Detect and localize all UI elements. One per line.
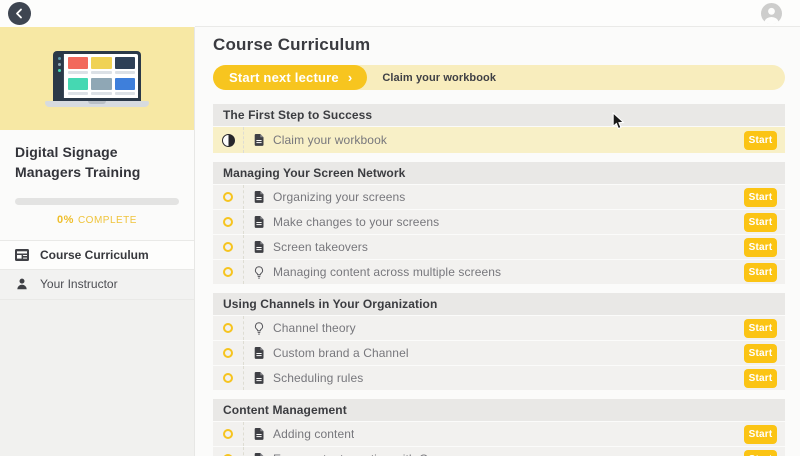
start-next-lecture-button[interactable]: Start next lecture › <box>213 65 367 90</box>
lecture-status <box>213 192 243 202</box>
sidebar-item-label: Your Instructor <box>40 277 118 291</box>
document-icon <box>254 191 264 203</box>
not-started-ring-icon <box>223 348 233 358</box>
sidebar-background <box>0 300 194 456</box>
lecture-title: Screen takeovers <box>273 240 368 254</box>
document-icon <box>254 347 264 359</box>
not-started-ring-icon <box>223 323 233 333</box>
lecture-row[interactable]: Organizing your screens Start <box>213 185 785 209</box>
document-icon <box>254 241 264 253</box>
back-button[interactable] <box>8 2 31 25</box>
curriculum-section: Using Channels in Your Organization Chan… <box>213 293 785 390</box>
next-lecture-button-label: Start next lecture <box>229 70 339 85</box>
curriculum-section: Managing Your Screen Network Organizing … <box>213 162 785 284</box>
lecture-row[interactable]: Adding content Start <box>213 422 785 446</box>
lecture-title: Adding content <box>273 427 354 441</box>
user-avatar-icon[interactable] <box>761 3 782 24</box>
start-button[interactable]: Start <box>744 238 777 257</box>
progress-percent: 0% <box>57 214 74 226</box>
not-started-ring-icon <box>223 429 233 439</box>
progress-label: 0% COMPLETE <box>15 214 179 226</box>
lecture-row[interactable]: Screen takeovers Start <box>213 235 785 259</box>
lecture-row[interactable]: Claim your workbook Start <box>213 127 785 153</box>
chevron-right-icon: › <box>348 70 353 85</box>
chevron-left-icon <box>14 8 25 19</box>
lecture-status <box>213 217 243 227</box>
sidebar-menu: Course Curriculum Your Instructor <box>0 240 194 300</box>
course-app-window: Digital Signage Managers Training 0% COMP… <box>0 0 800 456</box>
course-info: Digital Signage Managers Training 0% COMP… <box>0 130 194 240</box>
lecture-row[interactable]: Scheduling rules Start <box>213 366 785 390</box>
document-icon <box>254 134 264 146</box>
lightbulb-icon <box>254 322 264 335</box>
lecture-row[interactable]: Easy content creation with Canvas Start <box>213 447 785 456</box>
document-icon <box>254 216 264 228</box>
course-sidebar: Digital Signage Managers Training 0% COMP… <box>0 27 195 456</box>
start-button[interactable]: Start <box>744 344 777 363</box>
start-button[interactable]: Start <box>744 369 777 388</box>
lecture-status <box>213 323 243 333</box>
curriculum-icon <box>14 249 29 261</box>
start-button[interactable]: Start <box>744 263 777 282</box>
lecture-title: Claim your workbook <box>273 133 387 147</box>
start-button[interactable]: Start <box>744 450 777 456</box>
next-lecture-banner: Start next lecture › Claim your workbook <box>213 65 785 90</box>
lecture-status <box>213 267 243 277</box>
sidebar-item-your-instructor[interactable]: Your Instructor <box>0 270 194 300</box>
section-title: Managing Your Screen Network <box>213 162 785 184</box>
not-started-ring-icon <box>223 267 233 277</box>
in-progress-icon <box>222 134 235 147</box>
start-button[interactable]: Start <box>744 319 777 338</box>
curriculum-main: Course Curriculum Start next lecture › C… <box>195 27 800 456</box>
not-started-ring-icon <box>223 373 233 383</box>
not-started-ring-icon <box>223 192 233 202</box>
curriculum-section: Content Management Adding content Start <box>213 399 785 456</box>
lecture-status <box>213 348 243 358</box>
document-icon <box>254 428 264 440</box>
course-title: Digital Signage Managers Training <box>15 143 179 183</box>
lecture-title: Easy content creation with Canvas <box>273 452 460 456</box>
top-bar <box>0 0 800 27</box>
lecture-row[interactable]: Custom brand a Channel Start <box>213 341 785 365</box>
sidebar-item-course-curriculum[interactable]: Course Curriculum <box>0 240 194 270</box>
progress-bar <box>15 198 179 205</box>
next-lecture-title: Claim your workbook <box>382 72 496 84</box>
progress-complete-text: COMPLETE <box>78 215 137 226</box>
lecture-status <box>213 134 243 147</box>
lecture-title: Managing content across multiple screens <box>273 265 501 279</box>
person-icon <box>14 278 29 290</box>
lecture-title: Channel theory <box>273 321 356 335</box>
not-started-ring-icon <box>223 217 233 227</box>
lecture-title: Custom brand a Channel <box>273 346 409 360</box>
lightbulb-icon <box>254 266 264 279</box>
sidebar-item-label: Course Curriculum <box>40 248 149 262</box>
document-icon <box>254 372 264 384</box>
lecture-row[interactable]: Managing content across multiple screens… <box>213 260 785 284</box>
laptop-illustration <box>45 51 149 107</box>
lecture-status <box>213 373 243 383</box>
start-button[interactable]: Start <box>744 213 777 232</box>
start-button[interactable]: Start <box>744 425 777 444</box>
topbar-divider <box>195 26 800 27</box>
course-thumbnail <box>0 27 194 130</box>
start-button[interactable]: Start <box>744 131 777 150</box>
lecture-status <box>213 429 243 439</box>
section-title: The First Step to Success <box>213 104 785 126</box>
page-title: Course Curriculum <box>213 34 785 56</box>
lecture-row[interactable]: Channel theory Start <box>213 316 785 340</box>
section-title: Using Channels in Your Organization <box>213 293 785 315</box>
not-started-ring-icon <box>223 242 233 252</box>
lecture-title: Scheduling rules <box>273 371 363 385</box>
section-title: Content Management <box>213 399 785 421</box>
lecture-status <box>213 242 243 252</box>
curriculum-sections: The First Step to Success Claim your wor… <box>213 104 785 456</box>
curriculum-section: The First Step to Success Claim your wor… <box>213 104 785 153</box>
lecture-title: Make changes to your screens <box>273 215 439 229</box>
lecture-title: Organizing your screens <box>273 190 405 204</box>
start-button[interactable]: Start <box>744 188 777 207</box>
lecture-row[interactable]: Make changes to your screens Start <box>213 210 785 234</box>
